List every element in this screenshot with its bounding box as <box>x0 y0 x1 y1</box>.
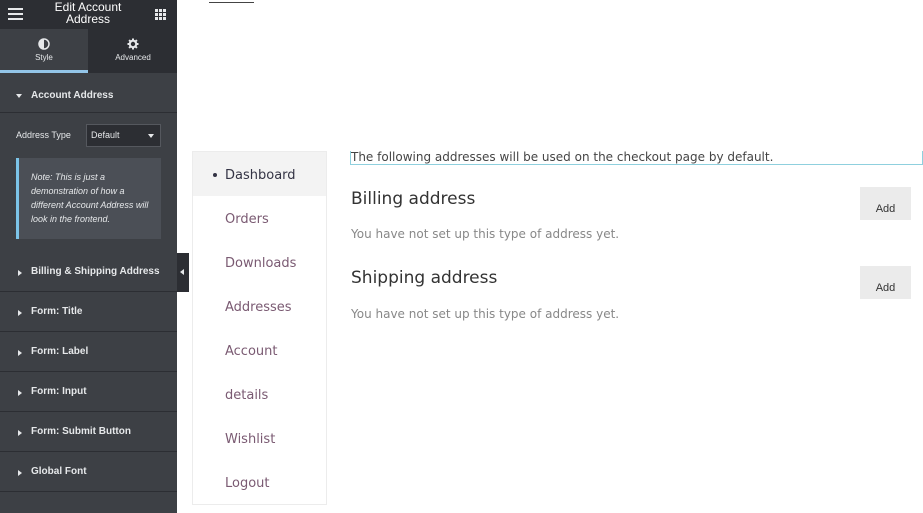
cropped-breadcrumb <box>193 0 254 3</box>
hamburger-menu-icon[interactable] <box>8 8 23 21</box>
panel-tabs: Style Advanced <box>0 29 177 73</box>
tab-style-label: Style <box>35 53 53 62</box>
address-type-label: Address Type <box>16 130 71 140</box>
address-type-value: Default <box>91 130 120 140</box>
section-label: Billing & Shipping Address <box>31 266 160 277</box>
nav-label: Wishlist <box>225 432 276 447</box>
section-label: Form: Submit Button <box>31 426 131 437</box>
addresses-intro: The following addresses will be used on … <box>350 151 923 165</box>
section-label: Form: Input <box>31 386 87 397</box>
caret-down-icon <box>16 94 22 98</box>
section-form-label[interactable]: Form: Label <box>0 334 177 372</box>
section-billing-shipping[interactable]: Billing & Shipping Address <box>0 254 177 292</box>
address-type-select[interactable]: Default <box>86 124 161 147</box>
bullet-icon <box>213 173 217 177</box>
nav-addresses[interactable]: Addresses <box>193 284 326 328</box>
section-label: Global Font <box>31 466 87 477</box>
caret-right-icon <box>18 430 22 436</box>
add-shipping-address-button[interactable]: Add <box>860 266 911 299</box>
widgets-grid-icon[interactable] <box>155 9 166 20</box>
nav-downloads[interactable]: Downloads <box>193 240 326 284</box>
nav-label: Orders <box>225 212 269 227</box>
nav-orders[interactable]: Orders <box>193 196 326 240</box>
chevron-left-icon <box>180 269 184 275</box>
nav-logout[interactable]: Logout <box>193 460 326 504</box>
nav-details[interactable]: details <box>193 372 326 416</box>
section-form-title[interactable]: Form: Title <box>0 294 177 332</box>
nav-label: Dashboard <box>225 168 296 183</box>
nav-label: Account <box>225 344 278 359</box>
nav-label: Downloads <box>225 256 297 271</box>
nav-label: Logout <box>225 476 270 491</box>
account-navigation: Dashboard Orders Downloads Addresses Acc… <box>192 151 327 505</box>
editor-panel: Edit Account Address Style Advanced Acco… <box>0 0 177 513</box>
caret-right-icon <box>18 270 22 276</box>
billing-address-empty: You have not set up this type of address… <box>351 227 620 241</box>
section-label: Account Address <box>31 90 114 101</box>
nav-label: Addresses <box>225 300 292 315</box>
tab-advanced-label: Advanced <box>115 53 151 62</box>
section-form-input[interactable]: Form: Input <box>0 374 177 412</box>
section-account-address[interactable]: Account Address <box>0 77 177 113</box>
collapse-panel-button[interactable] <box>177 253 189 292</box>
caret-right-icon <box>18 350 22 356</box>
gear-icon <box>127 38 139 50</box>
panel-title: Edit Account Address <box>54 0 122 26</box>
section-label: Form: Title <box>31 306 83 317</box>
nav-label: details <box>225 388 269 403</box>
tab-style[interactable]: Style <box>0 29 88 73</box>
demo-note: Note: This is just a demonstration of ho… <box>16 158 161 239</box>
nav-dashboard[interactable]: Dashboard <box>193 152 326 196</box>
caret-right-icon <box>18 470 22 476</box>
caret-right-icon <box>18 390 22 396</box>
nav-account[interactable]: Account <box>193 328 326 372</box>
section-global-font[interactable]: Global Font <box>0 454 177 492</box>
chevron-down-icon <box>148 134 154 138</box>
intro-text: The following addresses will be used on … <box>351 150 774 164</box>
tab-advanced[interactable]: Advanced <box>89 29 177 73</box>
section-form-submit-button[interactable]: Form: Submit Button <box>0 414 177 452</box>
add-billing-address-button[interactable]: Add <box>860 187 911 220</box>
nav-wishlist[interactable]: Wishlist <box>193 416 326 460</box>
contrast-icon <box>38 38 50 50</box>
shipping-address-empty: You have not set up this type of address… <box>351 307 620 321</box>
caret-right-icon <box>18 310 22 316</box>
section-label: Form: Label <box>31 346 89 357</box>
panel-header: Edit Account Address <box>0 0 177 29</box>
shipping-address-title: Shipping address <box>351 268 498 288</box>
billing-address-title: Billing address <box>351 189 476 209</box>
